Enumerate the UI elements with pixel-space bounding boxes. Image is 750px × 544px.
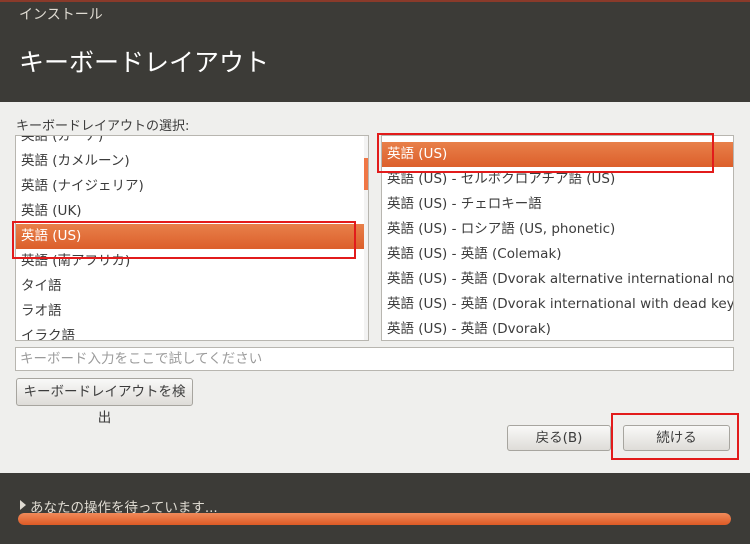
window-title: インストール [0,0,750,30]
layout-list-item[interactable]: 英語 (UK) [16,199,366,224]
layout-list-scroll-thumb[interactable] [364,158,368,190]
progress-bar [18,513,731,525]
layout-list[interactable]: 英語 (ガーナ) 英語 (カメルーン) 英語 (ナイジェリア) 英語 (UK) … [15,135,369,341]
layout-list-item[interactable]: ラオ語 [16,299,366,324]
variant-list-item-selected[interactable]: 英語 (US) [382,142,733,167]
variant-list-item[interactable]: 英語 (US) - 英語 (Colemak) [382,242,733,267]
continue-button[interactable]: 続ける [623,425,730,451]
back-button[interactable]: 戻る(B) [507,425,611,451]
layout-list-item[interactable]: 英語 (ナイジェリア) [16,174,366,199]
variant-list-item[interactable]: 英語 (US) - 英語 (Dvorak) [382,317,733,340]
variant-list-item[interactable]: 英語 (US) - ロシア語 (US, phonetic) [382,217,733,242]
variant-list[interactable]: 英語 (US) 英語 (US) - セルボクロアチア語 (US) 英語 (US)… [381,135,734,341]
status-bar: あなたの操作を待っています... [0,473,750,544]
triangle-right-icon[interactable] [20,500,26,510]
variant-list-item[interactable]: 英語 (US) - 英語 (Dvorak alternative interna… [382,267,733,292]
layout-list-item[interactable]: 英語 (南アフリカ) [16,249,366,274]
layout-list-item[interactable]: 英語 (ガーナ) [16,136,366,149]
detect-layout-button[interactable]: キーボードレイアウトを検出 [16,378,193,426]
main-content: キーボードレイアウトの選択: 英語 (ガーナ) 英語 (カメルーン) 英語 (ナ… [0,102,750,473]
page-title: キーボードレイアウト [0,30,750,102]
layout-list-scrollbar[interactable] [364,136,368,340]
variant-list-item[interactable]: 英語 (US) - 英語 (Dvorak international with … [382,292,733,317]
layout-list-item[interactable]: タイ語 [16,274,366,299]
layout-list-item-selected[interactable]: 英語 (US) [16,224,366,249]
layout-selection-label: キーボードレイアウトの選択: [16,119,190,134]
keyboard-test-input[interactable] [15,347,734,371]
variant-list-item[interactable]: 英語 (US) - チェロキー語 [382,192,733,217]
layout-list-item[interactable]: 英語 (カメルーン) [16,149,366,174]
layout-list-item[interactable]: イラク語 [16,324,366,340]
progress-fill [18,513,731,525]
variant-list-item[interactable]: 英語 (US) - セルボクロアチア語 (US) [382,167,733,192]
